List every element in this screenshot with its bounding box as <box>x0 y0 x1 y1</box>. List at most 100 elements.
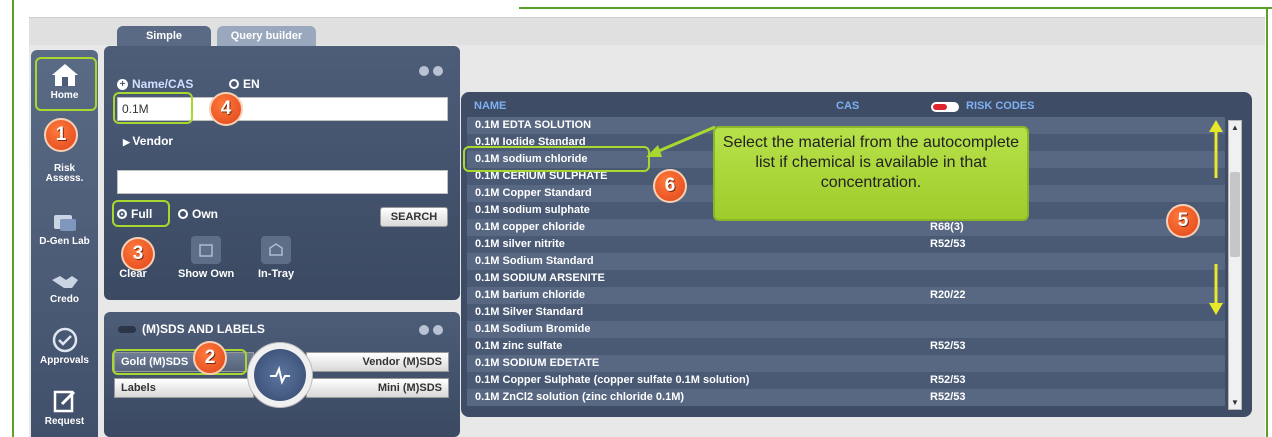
result-name: 0.1M Sodium Bromide <box>475 323 591 335</box>
result-name: 0.1M sodium sulphate <box>475 204 590 216</box>
pulse-icon <box>270 365 290 385</box>
result-row[interactable]: 0.1M barium chloride R20/22 <box>467 287 1225 304</box>
column-header-risk-codes[interactable]: RISK CODES <box>966 100 1034 112</box>
vendor-input[interactable] <box>117 170 448 194</box>
vendor-label: Vendor <box>132 134 174 148</box>
lab-icon <box>53 215 76 231</box>
nav-label-risk: Risk Assess. <box>45 163 84 184</box>
step-badge-5: 5 <box>1166 204 1200 238</box>
in-tray-tool[interactable]: In-Tray <box>258 236 294 280</box>
result-name: 0.1M silver nitrite <box>475 238 565 250</box>
result-row[interactable]: 0.1M Silver Standard <box>467 304 1225 321</box>
home-icon <box>51 64 78 86</box>
sds-toggle-icon[interactable] <box>118 325 136 333</box>
vendor-sds-button[interactable]: Vendor (M)SDS <box>306 352 449 372</box>
nav-item-request[interactable]: Request <box>31 388 98 427</box>
result-row[interactable]: 0.1M SODIUM ARSENITE <box>467 270 1225 287</box>
scroll-thumb[interactable] <box>1230 172 1240 257</box>
labels-button[interactable]: Labels <box>114 378 254 398</box>
result-row[interactable]: 0.1M Sodium Standard <box>467 253 1225 270</box>
result-risk-code: R68(3) <box>930 221 964 233</box>
highlight-full-option <box>112 200 170 227</box>
close-icon[interactable] <box>433 66 443 76</box>
nav-label-request: Request <box>44 416 85 427</box>
en-option[interactable]: EN <box>229 77 260 91</box>
sds-minimize-icon[interactable] <box>419 325 429 335</box>
pulse-button[interactable] <box>254 349 306 401</box>
result-row[interactable]: 0.1M silver nitrite R52/53 <box>467 236 1225 253</box>
own-label: Own <box>192 207 218 221</box>
own-option[interactable]: Own <box>178 207 218 221</box>
tab-query-builder[interactable]: Query builder <box>217 26 316 46</box>
step-badge-6: 6 <box>653 169 687 203</box>
check-icon <box>52 327 77 353</box>
edit-icon <box>53 390 75 413</box>
scroll-up-icon[interactable]: ▲ <box>1230 123 1240 132</box>
search-button[interactable]: SEARCH <box>380 207 448 227</box>
minimize-icon[interactable] <box>419 66 429 76</box>
result-row[interactable]: 0.1M ZnCl2 solution (zinc chloride 0.1M)… <box>467 389 1225 406</box>
own-radio-icon <box>178 209 188 219</box>
frame-line-right <box>1266 7 1268 437</box>
result-risk-code: R52/53 <box>930 374 966 386</box>
nav-item-home[interactable]: Home <box>31 62 98 101</box>
result-name: 0.1M zinc sulfate <box>475 340 563 352</box>
show-own-label: Show Own <box>178 268 235 280</box>
triangle-right-icon: ▶ <box>123 137 133 147</box>
result-name: 0.1M SODIUM EDETATE <box>475 357 600 369</box>
nav-item-approvals[interactable]: Approvals <box>31 327 98 366</box>
scroll-up-arrow-annotation <box>1209 120 1223 178</box>
name-cas-label: Name/CAS <box>132 77 194 91</box>
result-row[interactable]: 0.1M Sodium Bromide <box>467 321 1225 338</box>
result-name: 0.1M barium chloride <box>475 289 586 301</box>
result-row[interactable]: 0.1M zinc sulfate R52/53 <box>467 338 1225 355</box>
highlight-search-input <box>113 92 193 124</box>
results-scrollbar[interactable] <box>1228 120 1242 410</box>
step-badge-1: 1 <box>44 118 78 152</box>
sds-close-icon[interactable] <box>433 325 443 335</box>
nav-label-dgen-lab: D-Gen Lab <box>39 236 90 247</box>
tab-simple[interactable]: Simple <box>117 26 211 46</box>
result-row[interactable]: 0.1M SODIUM EDETATE <box>467 355 1225 372</box>
result-row[interactable]: 0.1M Copper Sulphate (copper sulfate 0.1… <box>467 372 1225 389</box>
risk-codes-toggle[interactable] <box>931 102 959 112</box>
result-name: 0.1M SODIUM ARSENITE <box>475 272 605 284</box>
name-cas-option[interactable]: + Name/CAS <box>117 77 193 91</box>
mini-sds-button[interactable]: Mini (M)SDS <box>306 378 449 398</box>
folder-icon <box>191 236 222 264</box>
en-label: EN <box>243 77 260 91</box>
screenshot-root: Home Risk Assess. D-Gen Lab Credo Approv… <box>0 0 1272 437</box>
step-badge-4: 4 <box>209 92 243 126</box>
frame-line-left <box>12 0 14 437</box>
result-name: 0.1M Silver Standard <box>475 306 584 318</box>
show-own-tool[interactable]: Show Own <box>178 236 234 280</box>
highlight-gold-sds <box>112 349 247 375</box>
column-header-name[interactable]: NAME <box>474 100 506 112</box>
nav-item-risk[interactable]: Risk Assess. <box>31 164 98 184</box>
nav-label-approvals: Approvals <box>40 355 89 366</box>
app-top-band <box>29 17 1265 45</box>
sds-title-text: (M)SDS AND LABELS <box>142 322 265 336</box>
in-tray-icon <box>261 236 292 264</box>
scroll-down-arrow-annotation <box>1209 264 1223 315</box>
highlight-sodium-chloride <box>463 146 650 172</box>
nav-item-dgen-lab[interactable]: D-Gen Lab <box>31 212 98 247</box>
result-risk-code: R20/22 <box>930 289 966 301</box>
en-radio-icon <box>229 79 239 89</box>
result-risk-code: R52/53 <box>930 340 966 352</box>
result-name: 0.1M Sodium Standard <box>475 255 594 267</box>
nav-label-home: Home <box>50 90 79 101</box>
nav-item-credo[interactable]: Credo <box>31 272 98 305</box>
frame-line-top <box>519 7 1272 9</box>
result-name: 0.1M EDTA SOLUTION <box>475 119 592 131</box>
column-header-cas[interactable]: CAS <box>836 100 859 112</box>
result-row[interactable]: 0.1M copper chloride R68(3) <box>467 219 1225 236</box>
step-badge-2: 2 <box>193 341 227 375</box>
scroll-down-icon[interactable]: ▼ <box>1230 398 1240 407</box>
step-badge-3: 3 <box>121 237 155 271</box>
instruction-callout: Select the material from the autocomplet… <box>713 126 1029 221</box>
vendor-toggle[interactable]: ▶ Vendor <box>123 134 173 148</box>
in-tray-label: In-Tray <box>258 268 295 280</box>
callout-pointer-arrow <box>646 125 716 157</box>
plus-radio-icon: + <box>117 78 128 90</box>
